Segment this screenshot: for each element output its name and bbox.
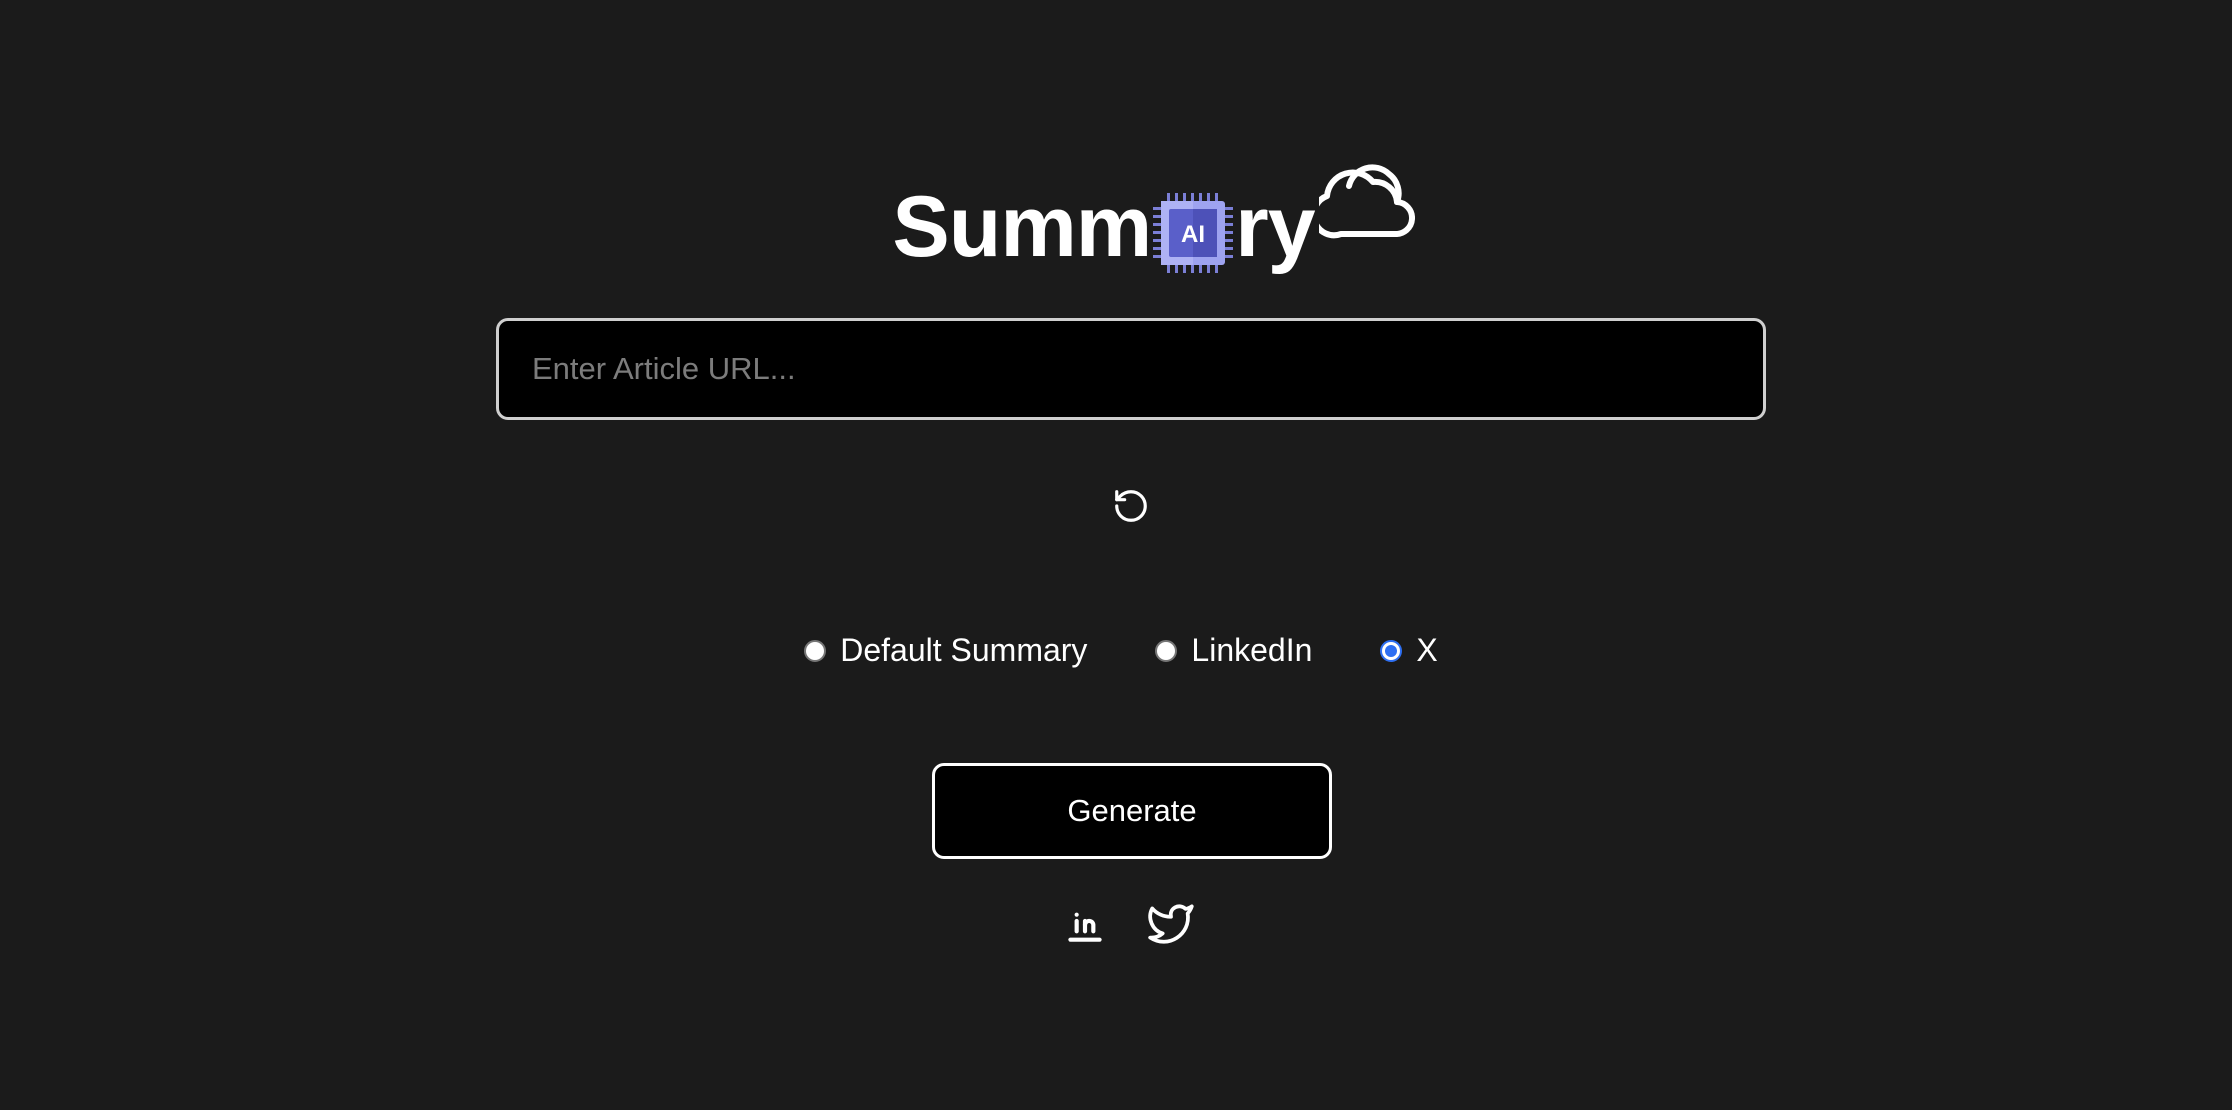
option-label: LinkedIn <box>1191 632 1313 668</box>
twitter-icon <box>1148 904 1194 944</box>
linkedin-icon <box>1068 912 1102 942</box>
summary-type-options: Default Summary LinkedIn X <box>0 632 2232 669</box>
twitter-link[interactable] <box>1146 898 1196 948</box>
article-url-input[interactable] <box>496 318 1766 420</box>
ai-chip-icon: AI <box>1153 193 1234 273</box>
option-label: X <box>1416 632 1438 668</box>
radio-x[interactable] <box>1380 639 1403 662</box>
ai-chip-label: AI <box>1181 221 1205 248</box>
logo-text-start: Summ <box>892 179 1152 275</box>
option-x[interactable]: X <box>1380 632 1438 669</box>
social-links <box>1060 898 1232 948</box>
option-label: Default Summary <box>840 632 1088 668</box>
linkedin-link[interactable] <box>1060 898 1110 948</box>
logo: Summ AI ry <box>0 140 2232 275</box>
option-default-summary[interactable]: Default Summary <box>804 632 1087 669</box>
logo-wordmark: Summ AI ry <box>892 164 1415 275</box>
logo-text-end: ry <box>1235 179 1315 275</box>
radio-default-summary[interactable] <box>804 639 827 662</box>
generate-button[interactable]: Generate <box>932 763 1332 859</box>
radio-linkedin[interactable] <box>1155 639 1178 662</box>
rotate-ccw-icon[interactable] <box>1112 487 1150 525</box>
option-linkedin[interactable]: LinkedIn <box>1155 632 1312 669</box>
page: Summ AI ry Enter Article URL... Default … <box>0 0 2232 1110</box>
cloud-icon <box>1318 164 1415 239</box>
